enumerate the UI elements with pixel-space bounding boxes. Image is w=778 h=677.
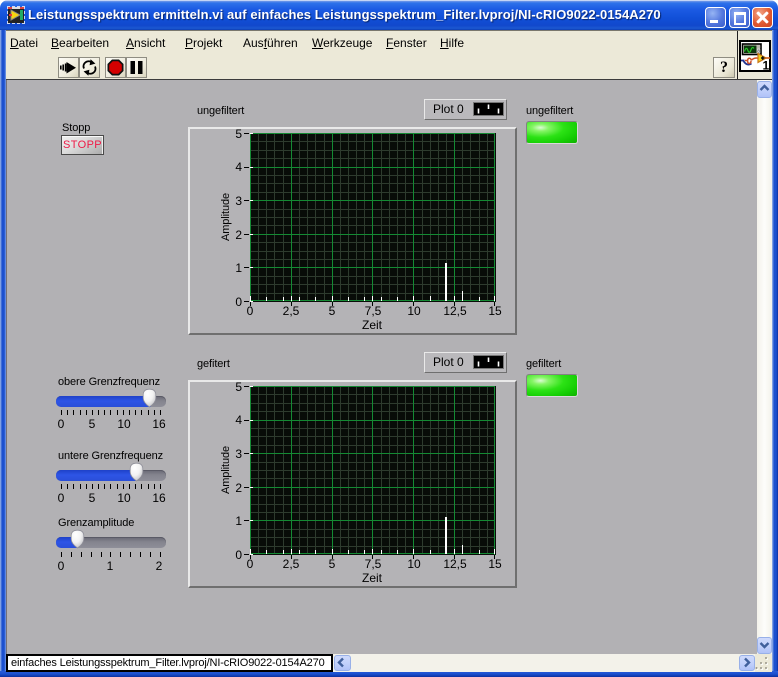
svg-text:1: 1 xyxy=(763,59,770,73)
